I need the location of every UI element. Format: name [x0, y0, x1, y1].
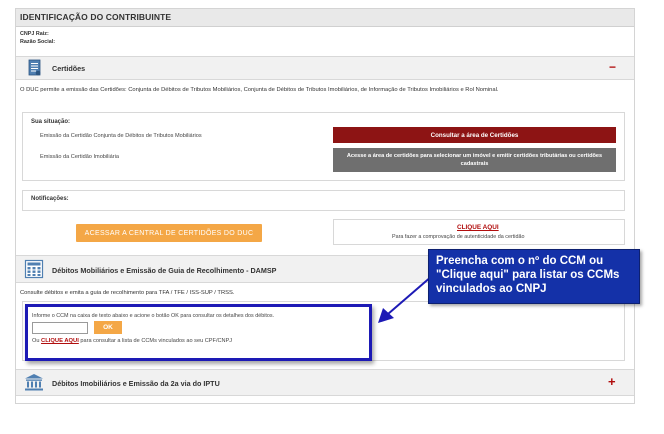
collapse-icon[interactable]: −: [609, 60, 616, 74]
certidoes-header[interactable]: [16, 56, 634, 80]
bank-building-icon: [24, 373, 44, 392]
ou-suffix: para consultar a lista de CCMs vinculado…: [78, 338, 233, 344]
consultar-certidoes-button[interactable]: Consultar a área de Certidões: [333, 127, 616, 143]
instruction-callout: Preencha com o nº do CCM ou "Clique aqui…: [428, 249, 640, 304]
ccm-list-line: Ou CLIQUE AQUI para consultar a lista de…: [32, 338, 232, 344]
document-icon: [26, 59, 44, 77]
area-certidoes-imovel-button[interactable]: Acesse a área de certidões para selecion…: [333, 148, 616, 172]
clique-aqui-autenticidade-link[interactable]: CLIQUE AQUI: [457, 224, 499, 231]
expand-icon[interactable]: +: [608, 374, 616, 389]
contribuinte-title: IDENTIFICAÇÃO DO CONTRIBUINTE: [20, 12, 172, 22]
certidoes-title: Certidões: [52, 64, 86, 73]
situacao-label: Sua situação:: [31, 119, 71, 125]
notificacoes-label: Notificações:: [31, 196, 69, 202]
certidoes-description: O DUC permite a emissão das Certidões: C…: [20, 87, 499, 93]
certidao-mobiliarios-label: Emissão da Certidão Conjunta de Débitos …: [40, 133, 202, 139]
clique-aqui-ccm-link[interactable]: CLIQUE AQUI: [41, 338, 79, 344]
certidao-imobiliaria-label: Emissão da Certidão Imobiliária: [40, 154, 119, 160]
ou-prefix: Ou: [32, 338, 42, 344]
central-certidoes-button[interactable]: ACESSAR A CENTRAL DE CERTIDÕES DO DUC: [76, 224, 262, 242]
calculator-icon: [24, 259, 44, 279]
debitos-mobiliarios-description: Consulte débitos e emita a guia de recol…: [20, 290, 235, 296]
cnpj-label: CNPJ Raiz:: [20, 31, 49, 37]
autenticidade-text: Para fazer a comprovação de autenticidad…: [392, 234, 525, 240]
ok-button[interactable]: OK: [94, 321, 122, 334]
debitos-mobiliarios-title: Débitos Mobiliários e Emissão de Guia de…: [52, 266, 277, 275]
notificacoes-box: [22, 190, 625, 211]
ccm-input[interactable]: [32, 322, 88, 334]
ccm-instruction: Informe o CCM na caixa de texto abaixo e…: [32, 313, 275, 319]
razao-social-label: Razão Social:: [20, 39, 56, 45]
autenticidade-box: [333, 219, 625, 245]
debitos-imobiliarios-title: Débitos Imobiliários e Emissão da 2a via…: [52, 379, 220, 388]
